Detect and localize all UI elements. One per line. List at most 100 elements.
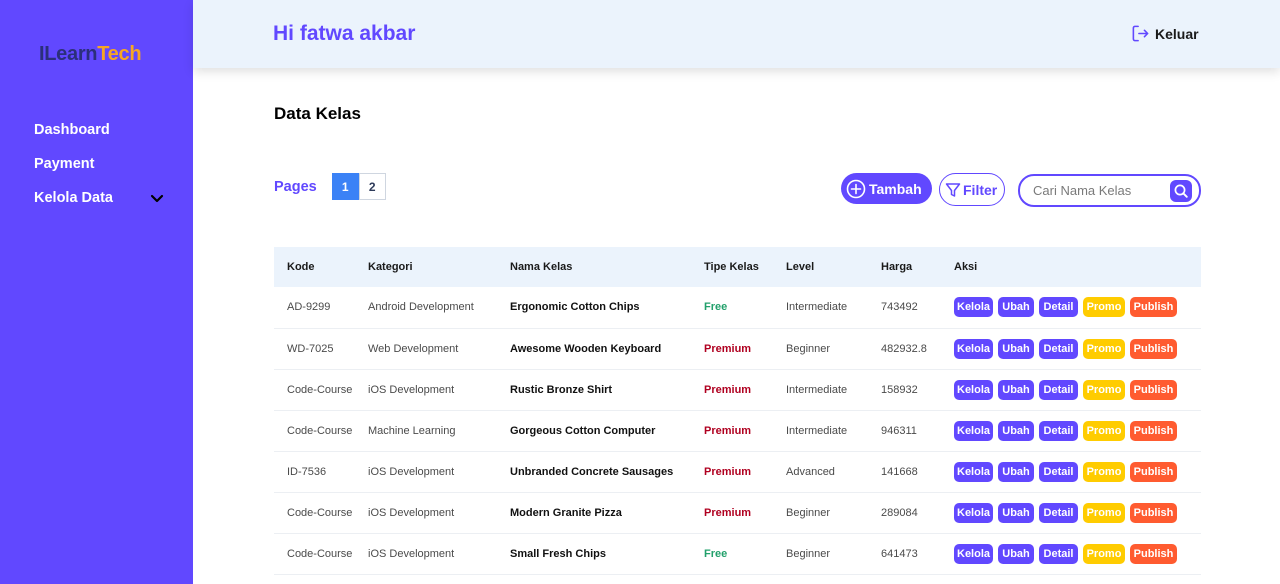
column-header-harga: Harga	[881, 261, 913, 273]
kelola-button[interactable]: Kelola	[954, 379, 993, 400]
app: ILearnTech Dashboard Payment Kelola Data…	[0, 0, 1280, 584]
filter-button[interactable]: Filter	[939, 173, 1005, 206]
promo-button[interactable]: Promo	[1083, 338, 1125, 359]
ubah-button[interactable]: Ubah	[998, 338, 1034, 359]
cell-tipe: Premium	[704, 465, 752, 478]
ubah-button[interactable]: Ubah	[998, 502, 1034, 523]
ubah-button[interactable]: Ubah	[998, 543, 1034, 564]
cell-level: Advanced	[786, 465, 835, 478]
column-header-tipe-kelas: Tipe Kelas	[704, 261, 759, 273]
kelola-button[interactable]: Kelola	[954, 338, 993, 359]
cell-level: Beginner	[786, 342, 831, 355]
column-header-level: Level	[786, 261, 815, 273]
publish-button[interactable]: Publish	[1130, 461, 1177, 482]
cell-aksi: Kelola Ubah Detail Promo Publish	[941, 451, 1201, 492]
kelola-button[interactable]: Kelola	[954, 420, 993, 441]
table-row: Code-Course iOS Development Modern Granite…	[274, 492, 1201, 533]
cell-aksi: Kelola Ubah Detail Promo Publish	[941, 328, 1201, 369]
page-button-2[interactable]: 2	[358, 173, 386, 200]
cell-harga: 641473	[881, 547, 918, 560]
logout-button[interactable]: Keluar	[1131, 24, 1199, 43]
column-header-aksi: Aksi	[954, 261, 978, 273]
kelola-button[interactable]: Kelola	[954, 297, 993, 318]
cell-nama: Rustic Bronze Shirt	[510, 383, 613, 396]
kelola-button[interactable]: Kelola	[954, 461, 993, 482]
table-row: AD-9299 Android Development Ergonomic Cott…	[274, 287, 1201, 328]
publish-button[interactable]: Publish	[1130, 338, 1177, 359]
promo-button[interactable]: Promo	[1083, 461, 1125, 482]
detail-button[interactable]: Detail	[1039, 297, 1078, 318]
column-header-kategori: Kategori	[368, 261, 413, 273]
filter-icon	[945, 182, 961, 197]
promo-button[interactable]: Promo	[1083, 543, 1125, 564]
cell-kategori: Machine Learning	[368, 424, 456, 437]
row-actions: Kelola Ubah Detail Promo Publish	[954, 420, 1201, 441]
ubah-button[interactable]: Ubah	[998, 297, 1034, 318]
cell-tipe: Free	[704, 301, 728, 314]
table-body: AD-9299 Android Development Ergonomic Cott…	[274, 287, 1201, 574]
detail-button[interactable]: Detail	[1039, 420, 1078, 441]
cell-tipe: Premium	[704, 342, 752, 355]
publish-button[interactable]: Publish	[1130, 543, 1177, 564]
search-input[interactable]	[1033, 183, 1173, 198]
row-actions: Kelola Ubah Detail Promo Publish	[954, 379, 1201, 400]
table-row: WD-7025 Web Development Awesome Wooden Key…	[274, 328, 1201, 369]
table-row: ID-7536 iOS Development Unbranded Concrete…	[274, 451, 1201, 492]
publish-button[interactable]: Publish	[1130, 502, 1177, 523]
promo-button[interactable]: Promo	[1083, 379, 1125, 400]
sidebar-item-dashboard[interactable]: Dashboard	[34, 113, 164, 147]
search-button[interactable]	[1170, 180, 1192, 202]
detail-button[interactable]: Detail	[1039, 502, 1078, 523]
search-icon	[1174, 184, 1188, 198]
publish-button[interactable]: Publish	[1130, 379, 1177, 400]
cell-nama: Awesome Wooden Keyboard	[510, 342, 662, 355]
cell-level: Beginner	[786, 547, 831, 560]
table-row: Code-Course iOS Development Small Fresh Ch…	[274, 533, 1201, 574]
page-title: Data Kelas	[274, 104, 361, 123]
kelola-button[interactable]: Kelola	[954, 543, 993, 564]
cell-harga: 158932	[881, 383, 918, 396]
cell-aksi: Kelola Ubah Detail Promo Publish	[941, 492, 1201, 533]
ubah-button[interactable]: Ubah	[998, 420, 1034, 441]
pagination: Pages 1 2	[274, 173, 386, 200]
row-actions: Kelola Ubah Detail Promo Publish	[954, 502, 1201, 523]
cell-level: Beginner	[786, 506, 831, 519]
ubah-button[interactable]: Ubah	[998, 379, 1034, 400]
detail-button[interactable]: Detail	[1039, 461, 1078, 482]
column-header-kode: Kode	[287, 261, 315, 273]
cell-nama: Small Fresh Chips	[510, 547, 606, 560]
cell-aksi: Kelola Ubah Detail Promo Publish	[941, 533, 1201, 574]
cell-tipe: Free	[704, 547, 728, 560]
cell-harga: 743492	[881, 301, 918, 314]
kelola-button[interactable]: Kelola	[954, 502, 993, 523]
table-header: Kode Kategori Nama Kelas Tipe Kelas Leve…	[274, 247, 1201, 287]
chevron-down-icon[interactable]	[150, 191, 164, 205]
detail-button[interactable]: Detail	[1039, 338, 1078, 359]
class-table: Kode Kategori Nama Kelas Tipe Kelas Leve…	[274, 247, 1201, 575]
publish-button[interactable]: Publish	[1130, 420, 1177, 441]
detail-button[interactable]: Detail	[1039, 543, 1078, 564]
cell-kode: Code-Course	[287, 506, 353, 519]
ubah-button[interactable]: Ubah	[998, 461, 1034, 482]
cell-kategori: iOS Development	[368, 383, 455, 396]
cell-level: Intermediate	[786, 301, 848, 314]
greeting-text: Hi fatwa akbar	[273, 22, 416, 45]
detail-button[interactable]: Detail	[1039, 379, 1078, 400]
cell-nama: Modern Granite Pizza	[510, 506, 622, 519]
cell-harga: 141668	[881, 465, 918, 478]
cell-kategori: Android Development	[368, 301, 474, 314]
logo-text-ilearn: ILearn	[39, 43, 98, 65]
cell-harga: 289084	[881, 506, 918, 519]
cell-kategori: iOS Development	[368, 465, 455, 478]
page-button-1[interactable]: 1	[331, 173, 359, 200]
publish-button[interactable]: Publish	[1130, 297, 1177, 318]
add-class-button[interactable]: Tambah	[841, 173, 932, 204]
cell-tipe: Premium	[704, 506, 752, 519]
promo-button[interactable]: Promo	[1083, 420, 1125, 441]
sidebar-item-payment[interactable]: Payment	[34, 147, 164, 181]
promo-button[interactable]: Promo	[1083, 297, 1125, 318]
sidebar-item-kelola-data[interactable]: Kelola Data	[34, 181, 164, 215]
app-logo[interactable]: ILearnTech	[39, 43, 142, 66]
cell-kode: Code-Course	[287, 547, 353, 560]
promo-button[interactable]: Promo	[1083, 502, 1125, 523]
